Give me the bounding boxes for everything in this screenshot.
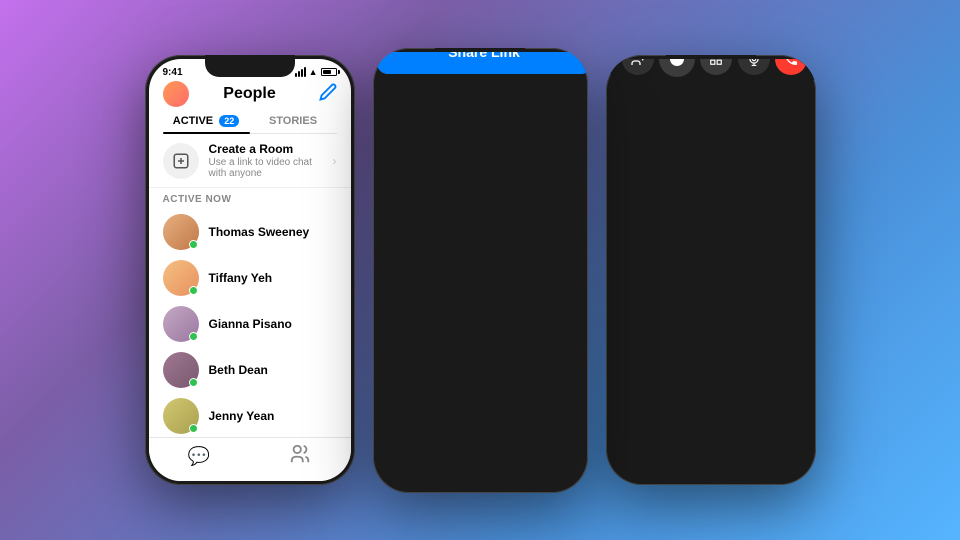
phone-left: 9:41 ▲ People xyxy=(145,55,355,485)
screen-right: 9:41 ▲ xyxy=(610,59,816,81)
avatar-wrap xyxy=(163,352,199,388)
active-badge: 22 xyxy=(219,115,239,127)
right-bottom-controls xyxy=(610,59,816,81)
avatar-wrap xyxy=(163,306,199,342)
chevron-right-icon: › xyxy=(333,154,337,168)
list-item[interactable]: Tiffany Yeh xyxy=(149,255,351,301)
wifi-icon: ▲ xyxy=(309,67,318,77)
tab-active[interactable]: ACTIVE 22 xyxy=(163,109,250,133)
signal-icon xyxy=(295,67,306,77)
room-text: Create a Room Use a link to video chat w… xyxy=(209,142,323,179)
avatar-wrap xyxy=(163,260,199,296)
center-bottom: Who Can Join People with the link › Shar… xyxy=(377,52,588,74)
add-person-button[interactable] xyxy=(622,59,654,75)
list-item[interactable]: Thomas Sweeney xyxy=(149,209,351,255)
share-link-button[interactable]: Share Link xyxy=(377,52,588,74)
avatar xyxy=(163,81,189,107)
contact-name: Tiffany Yeh xyxy=(209,271,273,285)
avatar-wrap xyxy=(163,214,199,250)
left-header: People xyxy=(149,81,351,109)
tabs-bar: ACTIVE 22 STORIES xyxy=(163,109,337,134)
chat-nav-icon[interactable]: 💬 xyxy=(188,446,210,467)
people-grid-button[interactable] xyxy=(700,59,732,75)
bottom-nav: 💬 xyxy=(149,437,351,481)
room-subtitle: Use a link to video chat with anyone xyxy=(209,157,323,179)
end-call-button[interactable] xyxy=(775,59,807,75)
online-indicator xyxy=(189,286,198,295)
online-indicator xyxy=(189,240,198,249)
list-item[interactable]: Beth Dean xyxy=(149,347,351,393)
people-nav-icon[interactable] xyxy=(289,443,311,470)
screen-left: 9:41 ▲ People xyxy=(149,59,351,481)
contact-name: Beth Dean xyxy=(209,363,268,377)
online-indicator xyxy=(189,424,198,433)
screen-center: 9:41 ▲ xyxy=(377,52,588,74)
create-room-item[interactable]: Create a Room Use a link to video chat w… xyxy=(149,134,351,188)
status-icons-left: ▲ xyxy=(295,67,337,77)
contact-name: Thomas Sweeney xyxy=(209,225,310,239)
list-item[interactable]: Gianna Pisano xyxy=(149,301,351,347)
phones-container: 9:41 ▲ People xyxy=(145,48,816,493)
section-label: ACTIVE NOW xyxy=(149,188,351,209)
phone-right: 9:41 ▲ xyxy=(606,55,816,485)
mic-button[interactable] xyxy=(738,59,770,75)
compose-icon[interactable] xyxy=(319,83,337,106)
online-indicator xyxy=(189,332,198,341)
tab-stories[interactable]: STORIES xyxy=(250,109,337,133)
contact-name: Jenny Yean xyxy=(209,409,275,423)
battery-icon xyxy=(321,68,337,76)
room-title: Create a Room xyxy=(209,142,323,156)
phone-center: 9:41 ▲ xyxy=(373,48,588,493)
avatar-wrap xyxy=(163,398,199,434)
page-title: People xyxy=(223,85,275,103)
room-icon xyxy=(163,143,199,179)
notch-left xyxy=(205,55,295,77)
contact-name: Gianna Pisano xyxy=(209,317,292,331)
record-button[interactable] xyxy=(659,59,695,77)
status-time-left: 9:41 xyxy=(163,67,183,78)
list-item[interactable]: Jenny Yean xyxy=(149,393,351,439)
online-indicator xyxy=(189,378,198,387)
